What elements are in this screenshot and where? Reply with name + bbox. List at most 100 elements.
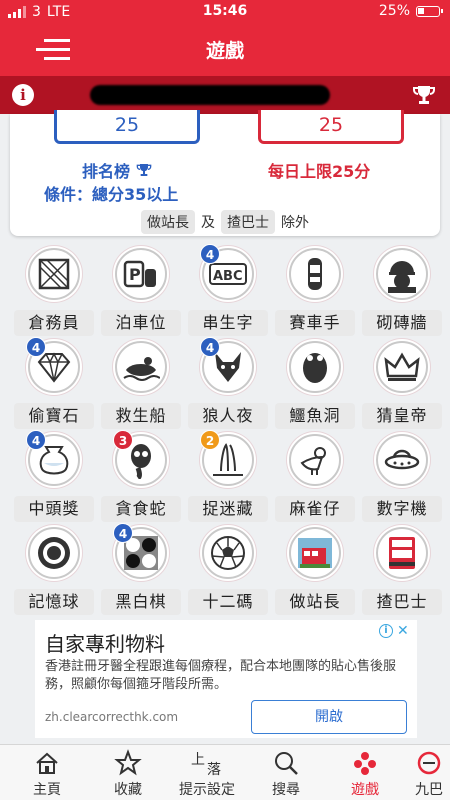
game-tile[interactable]: 記憶球 bbox=[10, 527, 96, 615]
new-count-badge: 3 bbox=[113, 430, 133, 450]
tab-label: 九巴 bbox=[415, 782, 443, 798]
ranking-link[interactable]: 排名榜 bbox=[82, 158, 152, 182]
game-label: 猜皇帝 bbox=[362, 403, 442, 429]
bus-icon bbox=[389, 537, 415, 569]
game-tile[interactable]: 賽車手 bbox=[271, 248, 357, 336]
lifeboat-icon bbox=[123, 357, 160, 381]
game-tile[interactable]: 砌磚牆 bbox=[358, 248, 444, 336]
game-label: 麻雀仔 bbox=[275, 496, 355, 522]
hint-glyph-top: 上 bbox=[191, 752, 205, 768]
ufo-icon bbox=[384, 449, 420, 470]
home-icon bbox=[36, 752, 58, 774]
game-icon-circle bbox=[28, 248, 80, 300]
game-tile[interactable]: 做站長 bbox=[271, 527, 357, 615]
tab-search[interactable]: 搜尋 bbox=[253, 749, 319, 799]
tab-star[interactable]: 收藏 bbox=[95, 749, 161, 799]
game-tile[interactable]: 麻雀仔 bbox=[271, 434, 357, 522]
ad-close-icon[interactable]: ✕ bbox=[397, 624, 411, 638]
game-tile[interactable]: ABC 串生字 4 bbox=[184, 244, 270, 336]
new-count-badge: 4 bbox=[26, 337, 46, 357]
tab-label: 收藏 bbox=[114, 782, 142, 798]
game-label: 數字機 bbox=[362, 496, 442, 522]
game-tile[interactable]: 狼人夜 4 bbox=[184, 337, 270, 429]
ad-body: 香港註冊牙醫全程跟進每個療程，配合本地團隊的貼心售後服務，照顧你每個箍牙階段所需… bbox=[45, 659, 397, 692]
race-car-icon bbox=[308, 258, 322, 290]
search-icon bbox=[275, 752, 298, 775]
game-label: 黑白棋 bbox=[101, 589, 181, 615]
game-tile[interactable]: 揸巴士 bbox=[358, 527, 444, 615]
game-tile[interactable]: 倉務員 bbox=[10, 248, 96, 336]
game-tile[interactable]: 猜皇帝 bbox=[358, 341, 444, 429]
game-icon-circle bbox=[376, 527, 428, 579]
ad-info-icon[interactable]: i bbox=[379, 624, 393, 638]
svg-text:P: P bbox=[129, 265, 141, 284]
game-icon-circle bbox=[202, 527, 254, 579]
star-icon bbox=[114, 749, 142, 776]
battery-icon bbox=[416, 5, 443, 17]
rank-score-box: 25 bbox=[54, 110, 200, 144]
game-label: 中頭獎 bbox=[14, 496, 94, 522]
game-icon-circle: P bbox=[115, 248, 167, 300]
game-tile[interactable]: 中頭獎 4 bbox=[10, 430, 96, 522]
game-tile[interactable]: P 泊車位 bbox=[97, 248, 183, 336]
ad-open-button[interactable]: 開啟 bbox=[251, 700, 407, 734]
exclusion-note: 做站長 及 揸巴士 除外 bbox=[10, 210, 440, 234]
tab-kmb[interactable]: 九巴 bbox=[396, 749, 450, 799]
svg-text:ABC: ABC bbox=[213, 269, 243, 284]
game-icon-circle bbox=[289, 248, 341, 300]
game-label: 貪食蛇 bbox=[101, 496, 181, 522]
target-icon bbox=[38, 537, 70, 569]
info-icon[interactable]: i bbox=[12, 84, 34, 106]
battery-percent: 25% bbox=[378, 3, 410, 19]
bird-icon bbox=[300, 447, 326, 475]
tab-label: 搜尋 bbox=[272, 782, 300, 798]
ad-title: 自家專利物料 bbox=[45, 632, 165, 656]
game-tile[interactable]: 數字機 bbox=[358, 434, 444, 522]
game-tile[interactable]: 鱷魚洞 bbox=[271, 341, 357, 429]
ad-banner[interactable]: 自家專利物料 i ✕ 香港註冊牙醫全程跟進每個療程，配合本地團隊的貼心售後服務，… bbox=[35, 620, 417, 738]
exclude-suffix: 除外 bbox=[281, 215, 309, 231]
game-icon-circle bbox=[289, 434, 341, 486]
game-label: 救生船 bbox=[101, 403, 181, 429]
nav-bar: 遊戲 bbox=[0, 24, 450, 76]
game-tile[interactable]: 貪食蛇 3 bbox=[97, 430, 183, 522]
game-tile[interactable]: 捉迷藏 2 bbox=[184, 430, 270, 522]
game-icon-circle bbox=[28, 527, 80, 579]
status-bar: 3 LTE 15:46 25% bbox=[0, 0, 450, 24]
games-icon bbox=[354, 752, 376, 775]
game-label: 十二碼 bbox=[188, 589, 268, 615]
game-tile[interactable]: 十二碼 bbox=[184, 527, 270, 615]
exclude-chip: 做站長 bbox=[141, 210, 195, 234]
new-count-badge: 4 bbox=[113, 523, 133, 543]
game-tile[interactable]: 救生船 bbox=[97, 341, 183, 429]
tab-label: 主頁 bbox=[33, 782, 61, 798]
ranking-label: 排名榜 bbox=[82, 162, 131, 181]
game-tile[interactable]: 偷寶石 4 bbox=[10, 337, 96, 429]
ad-url: zh.clearcorrecthk.com bbox=[45, 710, 179, 724]
tab-games[interactable]: 遊戲 bbox=[332, 749, 398, 799]
game-tile[interactable]: 黑白棋 4 bbox=[97, 523, 183, 615]
kmb-icon bbox=[417, 751, 441, 775]
game-icon-circle bbox=[289, 341, 341, 393]
game-label: 偷寶石 bbox=[14, 403, 94, 429]
user-bar: i bbox=[0, 76, 450, 114]
game-label: 倉務員 bbox=[14, 310, 94, 336]
tab-bar: 主頁 收藏 上落提示設定搜尋 遊戲九巴 bbox=[0, 744, 450, 800]
hint-settings-icon: 上落 bbox=[187, 749, 227, 778]
tab-home[interactable]: 主頁 bbox=[14, 749, 80, 799]
new-count-badge: 4 bbox=[200, 337, 220, 357]
tab-hint-settings[interactable]: 上落提示設定 bbox=[174, 749, 240, 799]
game-icon-circle bbox=[376, 248, 428, 300]
game-icon-circle bbox=[376, 341, 428, 393]
trophy-icon[interactable] bbox=[412, 83, 436, 107]
ad-choices[interactable]: i ✕ bbox=[379, 624, 411, 638]
new-count-badge: 4 bbox=[200, 244, 220, 264]
crate-icon bbox=[38, 258, 70, 290]
hint-glyph-bottom: 落 bbox=[207, 762, 221, 778]
game-label: 泊車位 bbox=[101, 310, 181, 336]
new-count-badge: 2 bbox=[200, 430, 220, 450]
game-label: 砌磚牆 bbox=[362, 310, 442, 336]
football-icon bbox=[211, 536, 245, 570]
trophy-small-icon bbox=[136, 164, 152, 176]
daily-score-box: 25 bbox=[258, 110, 404, 144]
